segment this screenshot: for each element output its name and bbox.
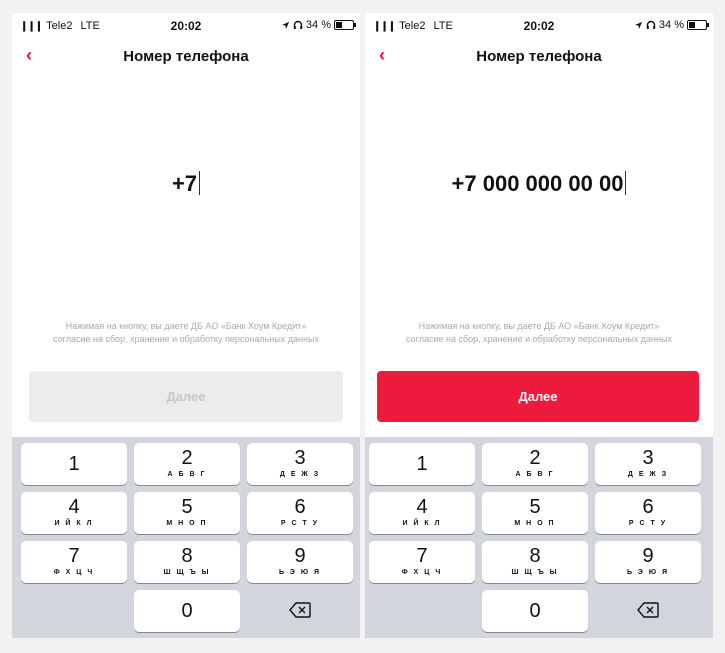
consent-disclaimer: Нажимая на кнопку, вы даете ДБ АО «Банк … — [375, 320, 703, 346]
key-digit: 6 — [642, 496, 654, 518]
key-letters: Ь Э Ю Я — [626, 569, 670, 576]
location-arrow-icon — [634, 21, 643, 29]
key-7[interactable]: 7 Ф Х Ц Ч — [21, 541, 127, 583]
key-digit: 7 — [416, 545, 428, 567]
phone-number-field[interactable]: +7 000 000 00 00 — [365, 171, 713, 197]
consent-disclaimer: Нажимая на кнопку, вы даете ДБ АО «Банк … — [22, 320, 350, 346]
key-8[interactable]: 8 Ш Щ Ъ Ы — [134, 541, 240, 583]
page-title: Номер телефона — [476, 48, 602, 65]
text-caret — [199, 171, 201, 195]
key-3[interactable]: 3 Д Е Ж З — [595, 443, 701, 485]
key-digit: 5 — [529, 496, 541, 518]
next-button[interactable]: Далее — [377, 371, 699, 422]
next-button[interactable]: Далее — [29, 371, 343, 422]
text-caret — [625, 171, 627, 195]
key-letters: М Н О П — [166, 520, 208, 527]
key-digit: 9 — [642, 545, 654, 567]
key-digit: 2 — [181, 447, 193, 469]
key-2[interactable]: 2 А Б В Г — [482, 443, 588, 485]
key-digit: 2 — [529, 447, 541, 469]
key-digit: 7 — [68, 545, 80, 567]
key-letters: И Й К Л — [402, 520, 442, 527]
status-bar: ❙❙❙ Tele2 LTE 20:02 34 % — [365, 13, 713, 39]
key-digit: 1 — [68, 453, 80, 475]
battery-icon — [687, 20, 709, 30]
key-digit: 8 — [529, 545, 541, 567]
phone-screen-filled: ❙❙❙ Tele2 LTE 20:02 34 % ‹ Номер телефон… — [365, 13, 713, 638]
delete-key[interactable] — [247, 590, 353, 632]
key-letters: Д Е Ж З — [627, 471, 669, 478]
phone-number-value: +7 000 000 00 00 — [451, 171, 624, 196]
key-digit: 1 — [416, 453, 428, 475]
key-letters: Ф Х Ц Ч — [53, 569, 95, 576]
key-3[interactable]: 3 Д Е Ж З — [247, 443, 353, 485]
key-letters: Д Е Ж З — [279, 471, 321, 478]
location-arrow-icon — [281, 21, 290, 29]
key-digit: 6 — [294, 496, 306, 518]
key-letters: А Б В Г — [167, 471, 207, 478]
key-letters: Р С Т У — [280, 520, 320, 527]
key-digit: 0 — [529, 600, 541, 622]
battery-icon — [334, 20, 356, 30]
battery-percent: 34 % — [305, 19, 331, 31]
delete-key[interactable] — [595, 590, 701, 632]
backspace-icon — [289, 602, 311, 618]
key-digit: 8 — [181, 545, 193, 567]
key-letters: Ш Щ Ъ Ы — [163, 569, 211, 576]
phone-screen-empty: ❙❙❙ Tele2 LTE 20:02 34 % ‹ Номер телефон… — [12, 13, 360, 638]
key-4[interactable]: 4 И Й К Л — [21, 492, 127, 534]
key-digit: 4 — [68, 496, 80, 518]
key-letters: Ш Щ Ъ Ы — [511, 569, 559, 576]
key-5[interactable]: 5 М Н О П — [134, 492, 240, 534]
key-1[interactable]: 1 — [369, 443, 475, 485]
key-4[interactable]: 4 И Й К Л — [369, 492, 475, 534]
page-title: Номер телефона — [123, 48, 249, 65]
key-6[interactable]: 6 Р С Т У — [247, 492, 353, 534]
key-digit: 0 — [181, 600, 193, 622]
key-letters: М Н О П — [514, 520, 556, 527]
key-0[interactable]: 0 — [134, 590, 240, 632]
key-letters: Ф Х Ц Ч — [401, 569, 443, 576]
numeric-keypad: 1 2 А Б В Г 3 Д Е Ж З 4 И Й К Л 5 М Н О П 6 Р… — [12, 437, 360, 638]
phone-number-field[interactable]: +7 — [12, 171, 360, 197]
key-8[interactable]: 8 Ш Щ Ъ Ы — [482, 541, 588, 583]
key-7[interactable]: 7 Ф Х Ц Ч — [369, 541, 475, 583]
headphones-icon — [646, 20, 656, 29]
navigation-bar: ‹ Номер телефона — [12, 43, 360, 73]
disclaimer-line: Нажимая на кнопку, вы даете ДБ АО «Банк … — [65, 321, 307, 331]
key-2[interactable]: 2 А Б В Г — [134, 443, 240, 485]
key-9[interactable]: 9 Ь Э Ю Я — [595, 541, 701, 583]
phone-number-value: +7 — [171, 171, 198, 196]
backspace-icon — [637, 602, 659, 618]
key-6[interactable]: 6 Р С Т У — [595, 492, 701, 534]
headphones-icon — [293, 20, 303, 29]
battery-percent: 34 % — [658, 19, 684, 31]
navigation-bar: ‹ Номер телефона — [365, 43, 713, 73]
numeric-keypad: 1 2 А Б В Г 3 Д Е Ж З 4 И Й К Л 5 М Н О П 6 Р… — [365, 437, 713, 638]
key-letters: А Б В Г — [515, 471, 555, 478]
key-0[interactable]: 0 — [482, 590, 588, 632]
disclaimer-line: согласие на сбор, хранение и обработку п… — [406, 334, 672, 344]
key-letters: Р С Т У — [628, 520, 668, 527]
key-digit: 3 — [294, 447, 306, 469]
key-digit: 4 — [416, 496, 428, 518]
disclaimer-line: согласие на сбор, хранение и обработку п… — [53, 334, 319, 344]
key-digit: 3 — [642, 447, 654, 469]
key-digit: 5 — [181, 496, 193, 518]
status-bar: ❙❙❙ Tele2 LTE 20:02 34 % — [12, 13, 360, 39]
key-letters: И Й К Л — [54, 520, 94, 527]
disclaimer-line: Нажимая на кнопку, вы даете ДБ АО «Банк … — [418, 321, 660, 331]
key-5[interactable]: 5 М Н О П — [482, 492, 588, 534]
key-1[interactable]: 1 — [21, 443, 127, 485]
key-letters: Ь Э Ю Я — [278, 569, 322, 576]
key-digit: 9 — [294, 545, 306, 567]
key-9[interactable]: 9 Ь Э Ю Я — [247, 541, 353, 583]
